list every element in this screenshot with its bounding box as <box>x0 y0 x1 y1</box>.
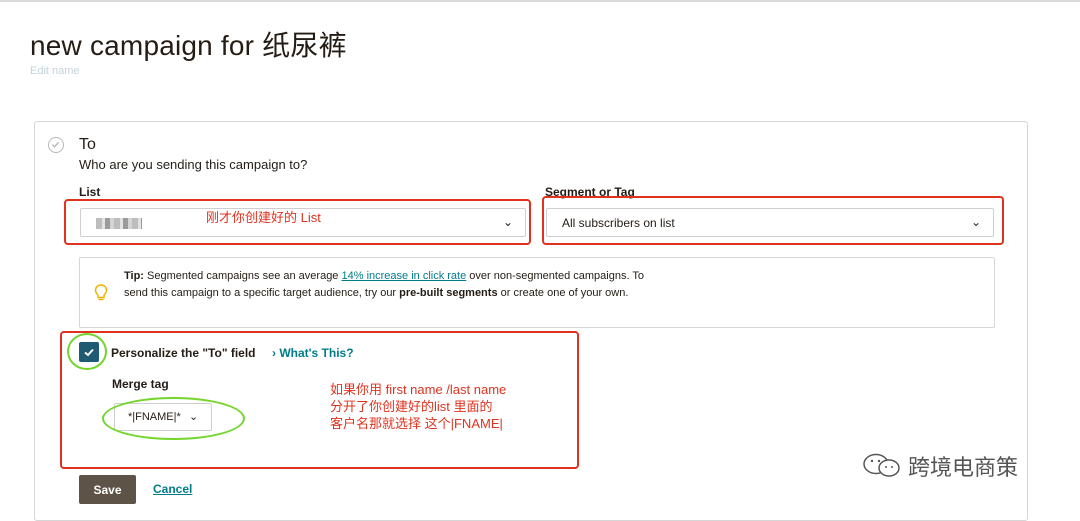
wechat-icon <box>862 452 902 484</box>
annotation-line-2: 分开了你创建好的list 里面的 <box>330 399 493 414</box>
page-title: new campaign for 纸尿裤 <box>30 30 347 61</box>
annotation-line-1: 如果你用 first name /last name <box>330 382 507 397</box>
save-button[interactable]: Save <box>79 475 136 504</box>
to-heading: To <box>79 136 96 153</box>
tip-text: Tip: Segmented campaigns see an average … <box>124 268 644 302</box>
cancel-link[interactable]: Cancel <box>153 482 192 496</box>
to-subheading: Who are you sending this campaign to? <box>79 157 308 172</box>
annotation-line-3: 客户名那就选择 这个|FNAME| <box>330 416 503 431</box>
annotation-list: 刚才你创建好的 List <box>206 210 321 225</box>
whats-this-label: What's This? <box>279 346 354 360</box>
lightbulb-icon <box>94 284 108 307</box>
click-rate-link[interactable]: 14% increase in click rate <box>342 270 467 282</box>
tip-text-1: Segmented campaigns see an average <box>143 270 342 282</box>
highlight-ring-checkbox <box>67 333 107 370</box>
annotation-box-segment <box>542 196 1004 245</box>
pre-built-segments-text: pre-built segments <box>399 287 498 299</box>
check-circle-icon <box>48 137 64 153</box>
watermark-text: 跨境电商策 <box>908 455 1019 480</box>
personalize-label: Personalize the "To" field <box>111 346 256 360</box>
list-label: List <box>79 185 101 199</box>
edit-name-link[interactable]: Edit name <box>30 65 80 77</box>
annotation-merge-tag: 如果你用 first name /last name 分开了你创建好的list … <box>330 381 506 432</box>
highlight-ring-merge-tag <box>102 397 245 440</box>
tip-bold: Tip: <box>124 270 144 282</box>
top-divider <box>0 0 1080 2</box>
watermark: 跨境电商策 <box>862 450 1018 484</box>
merge-tag-label: Merge tag <box>112 377 169 391</box>
tip-text-3: or create one of your own. <box>497 287 629 299</box>
whats-this-link[interactable]: › What's This? <box>272 346 354 360</box>
